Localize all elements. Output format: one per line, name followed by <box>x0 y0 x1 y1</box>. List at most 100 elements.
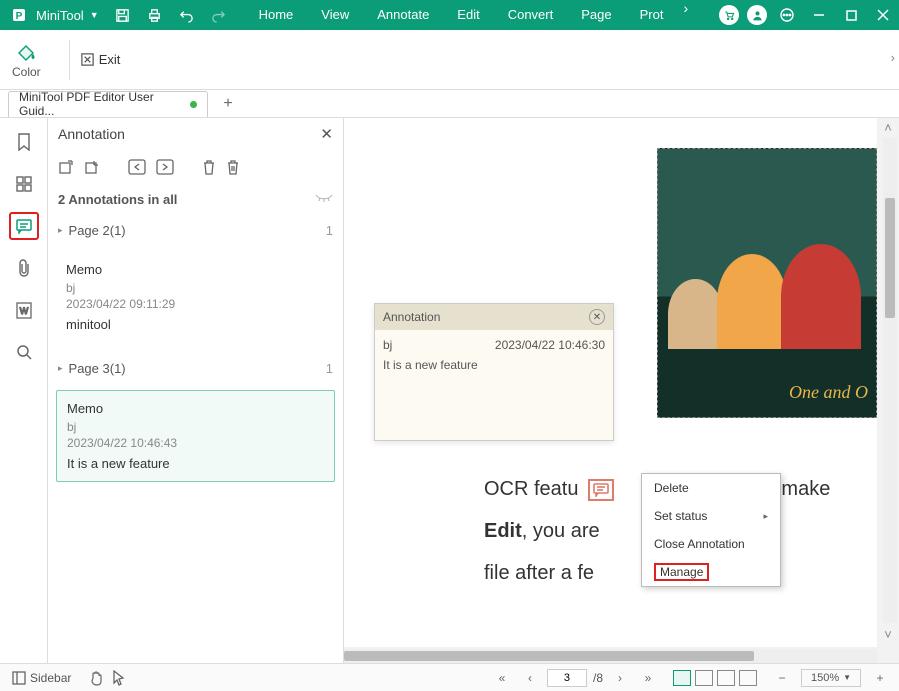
zoom-value[interactable]: 150%▼ <box>801 669 861 687</box>
word-nav-icon[interactable]: W <box>9 296 39 324</box>
new-tab-button[interactable]: + <box>218 94 238 114</box>
chat-icon[interactable] <box>771 0 803 30</box>
annotation-popup[interactable]: Annotation ✕ bj 2023/04/22 10:46:30 It i… <box>374 303 614 441</box>
annotation-user: bj <box>67 420 324 434</box>
context-menu: Delete Set status▸ Close Annotation Mana… <box>641 473 781 587</box>
menu-protect[interactable]: Prot <box>626 0 678 30</box>
zoom-out-icon[interactable]: − <box>771 667 793 689</box>
search-nav-icon[interactable] <box>9 338 39 366</box>
color-tool[interactable]: Color <box>12 41 41 79</box>
annotation-count: 2 Annotations in all <box>58 192 177 207</box>
page-number-input[interactable] <box>547 669 587 687</box>
exit-icon <box>80 52 95 67</box>
panel-title: Annotation <box>58 126 320 142</box>
cart-icon[interactable] <box>719 5 739 25</box>
image-banner-text: One and O <box>789 382 868 403</box>
document-tabs: MiniTool PDF Editor User Guid... + <box>0 90 899 118</box>
annotation-date: 2023/04/22 10:46:43 <box>67 436 324 450</box>
annotation-card-selected[interactable]: Memo bj 2023/04/22 10:46:43 It is a new … <box>56 390 335 482</box>
minimize-button[interactable] <box>803 0 835 30</box>
menu-home[interactable]: Home <box>245 0 308 30</box>
page-group-count: 1 <box>326 223 333 238</box>
view-mode-group <box>673 670 757 686</box>
maximize-button[interactable] <box>835 0 867 30</box>
status-bar: Sidebar « ‹ /8 › » − 150%▼ + <box>0 663 899 691</box>
panel-toolbar <box>48 150 343 184</box>
app-dropdown-icon[interactable]: ▼ <box>90 10 99 20</box>
menu-view[interactable]: View <box>307 0 363 30</box>
vertical-scrollbar[interactable] <box>883 138 897 623</box>
context-menu-set-status[interactable]: Set status▸ <box>642 502 780 530</box>
delete-all-icon[interactable] <box>226 159 240 175</box>
document-viewport: 1 ˄ ˅ One and O Annotation ✕ bj <box>344 118 899 663</box>
document-tab[interactable]: MiniTool PDF Editor User Guid... <box>8 91 208 117</box>
collapse-all-icon[interactable] <box>84 159 100 175</box>
attachments-nav-icon[interactable] <box>9 254 39 282</box>
save-icon[interactable] <box>107 0 139 30</box>
annotation-text: minitool <box>66 317 325 332</box>
caret-down-icon: ▸ <box>58 363 63 374</box>
menu-convert[interactable]: Convert <box>494 0 568 30</box>
prev-annotation-icon[interactable] <box>128 159 146 175</box>
panel-close-icon[interactable]: ✕ <box>320 125 333 143</box>
redo-icon[interactable] <box>203 0 235 30</box>
hand-tool-icon[interactable] <box>85 667 107 689</box>
sidebar-toggle-icon[interactable] <box>8 667 30 689</box>
annotations-nav-icon[interactable] <box>9 212 39 240</box>
annotation-text: It is a new feature <box>67 456 324 471</box>
title-bar: P MiniTool ▼ Home View Annotate Edit Con… <box>0 0 899 30</box>
page-navigation: « ‹ /8 › » <box>491 667 659 689</box>
next-annotation-icon[interactable] <box>156 159 174 175</box>
svg-text:P: P <box>16 11 23 22</box>
scrollbar-thumb[interactable] <box>885 198 895 318</box>
svg-text:W: W <box>19 306 28 316</box>
horizontal-scrollbar[interactable] <box>344 649 877 663</box>
ribbon: Color Exit › <box>0 30 899 90</box>
first-page-icon[interactable]: « <box>491 667 513 689</box>
page-scroll-down-icon[interactable]: ˅ <box>879 625 897 643</box>
context-menu-delete[interactable]: Delete <box>642 474 780 502</box>
menu-annotate[interactable]: Annotate <box>363 0 443 30</box>
visibility-toggle-icon[interactable] <box>315 194 333 204</box>
delete-icon[interactable] <box>202 159 216 175</box>
document-page[interactable]: One and O Annotation ✕ bj 2023/04/22 10:… <box>344 118 877 647</box>
close-button[interactable] <box>867 0 899 30</box>
annotation-card[interactable]: Memo bj 2023/04/22 09:11:29 minitool <box>56 252 335 342</box>
single-page-view-icon[interactable] <box>673 670 691 686</box>
menu-page[interactable]: Page <box>567 0 625 30</box>
paint-bucket-icon <box>13 41 39 63</box>
bookmarks-nav-icon[interactable] <box>9 128 39 156</box>
ribbon-expand-icon[interactable]: › <box>891 50 895 65</box>
last-page-icon[interactable]: » <box>637 667 659 689</box>
undo-icon[interactable] <box>171 0 203 30</box>
annotation-popup-text: It is a new feature <box>383 358 605 372</box>
scrollbar-thumb[interactable] <box>344 651 754 661</box>
user-icon[interactable] <box>747 5 767 25</box>
annotation-date: 2023/04/22 09:11:29 <box>66 297 325 311</box>
prev-page-icon[interactable]: ‹ <box>519 667 541 689</box>
page-group-2[interactable]: ▸ Page 2(1) 1 <box>48 214 343 246</box>
next-page-icon[interactable]: › <box>609 667 631 689</box>
page-group-3[interactable]: ▸ Page 3(1) 1 <box>48 352 343 384</box>
print-icon[interactable] <box>139 0 171 30</box>
note-marker-icon[interactable] <box>588 479 614 501</box>
ribbon-separator <box>69 40 70 80</box>
two-page-view-icon[interactable] <box>717 670 735 686</box>
annotation-popup-header[interactable]: Annotation ✕ <box>375 304 613 330</box>
document-tab-title: MiniTool PDF Editor User Guid... <box>19 90 184 118</box>
context-menu-manage[interactable]: Manage <box>642 558 780 586</box>
context-menu-close-annotation[interactable]: Close Annotation <box>642 530 780 558</box>
annotation-popup-close-icon[interactable]: ✕ <box>589 309 605 325</box>
zoom-in-icon[interactable]: + <box>869 667 891 689</box>
select-tool-icon[interactable] <box>107 667 129 689</box>
annotation-user: bj <box>66 281 325 295</box>
expand-all-icon[interactable] <box>58 159 74 175</box>
exit-button[interactable]: Exit <box>80 52 121 67</box>
menu-edit[interactable]: Edit <box>443 0 493 30</box>
exit-label: Exit <box>99 52 121 67</box>
continuous-view-icon[interactable] <box>695 670 713 686</box>
menu-more-icon[interactable]: › <box>677 0 694 30</box>
page-scroll-up-icon[interactable]: ˄ <box>879 118 897 136</box>
two-continuous-view-icon[interactable] <box>739 670 757 686</box>
thumbnails-nav-icon[interactable] <box>9 170 39 198</box>
